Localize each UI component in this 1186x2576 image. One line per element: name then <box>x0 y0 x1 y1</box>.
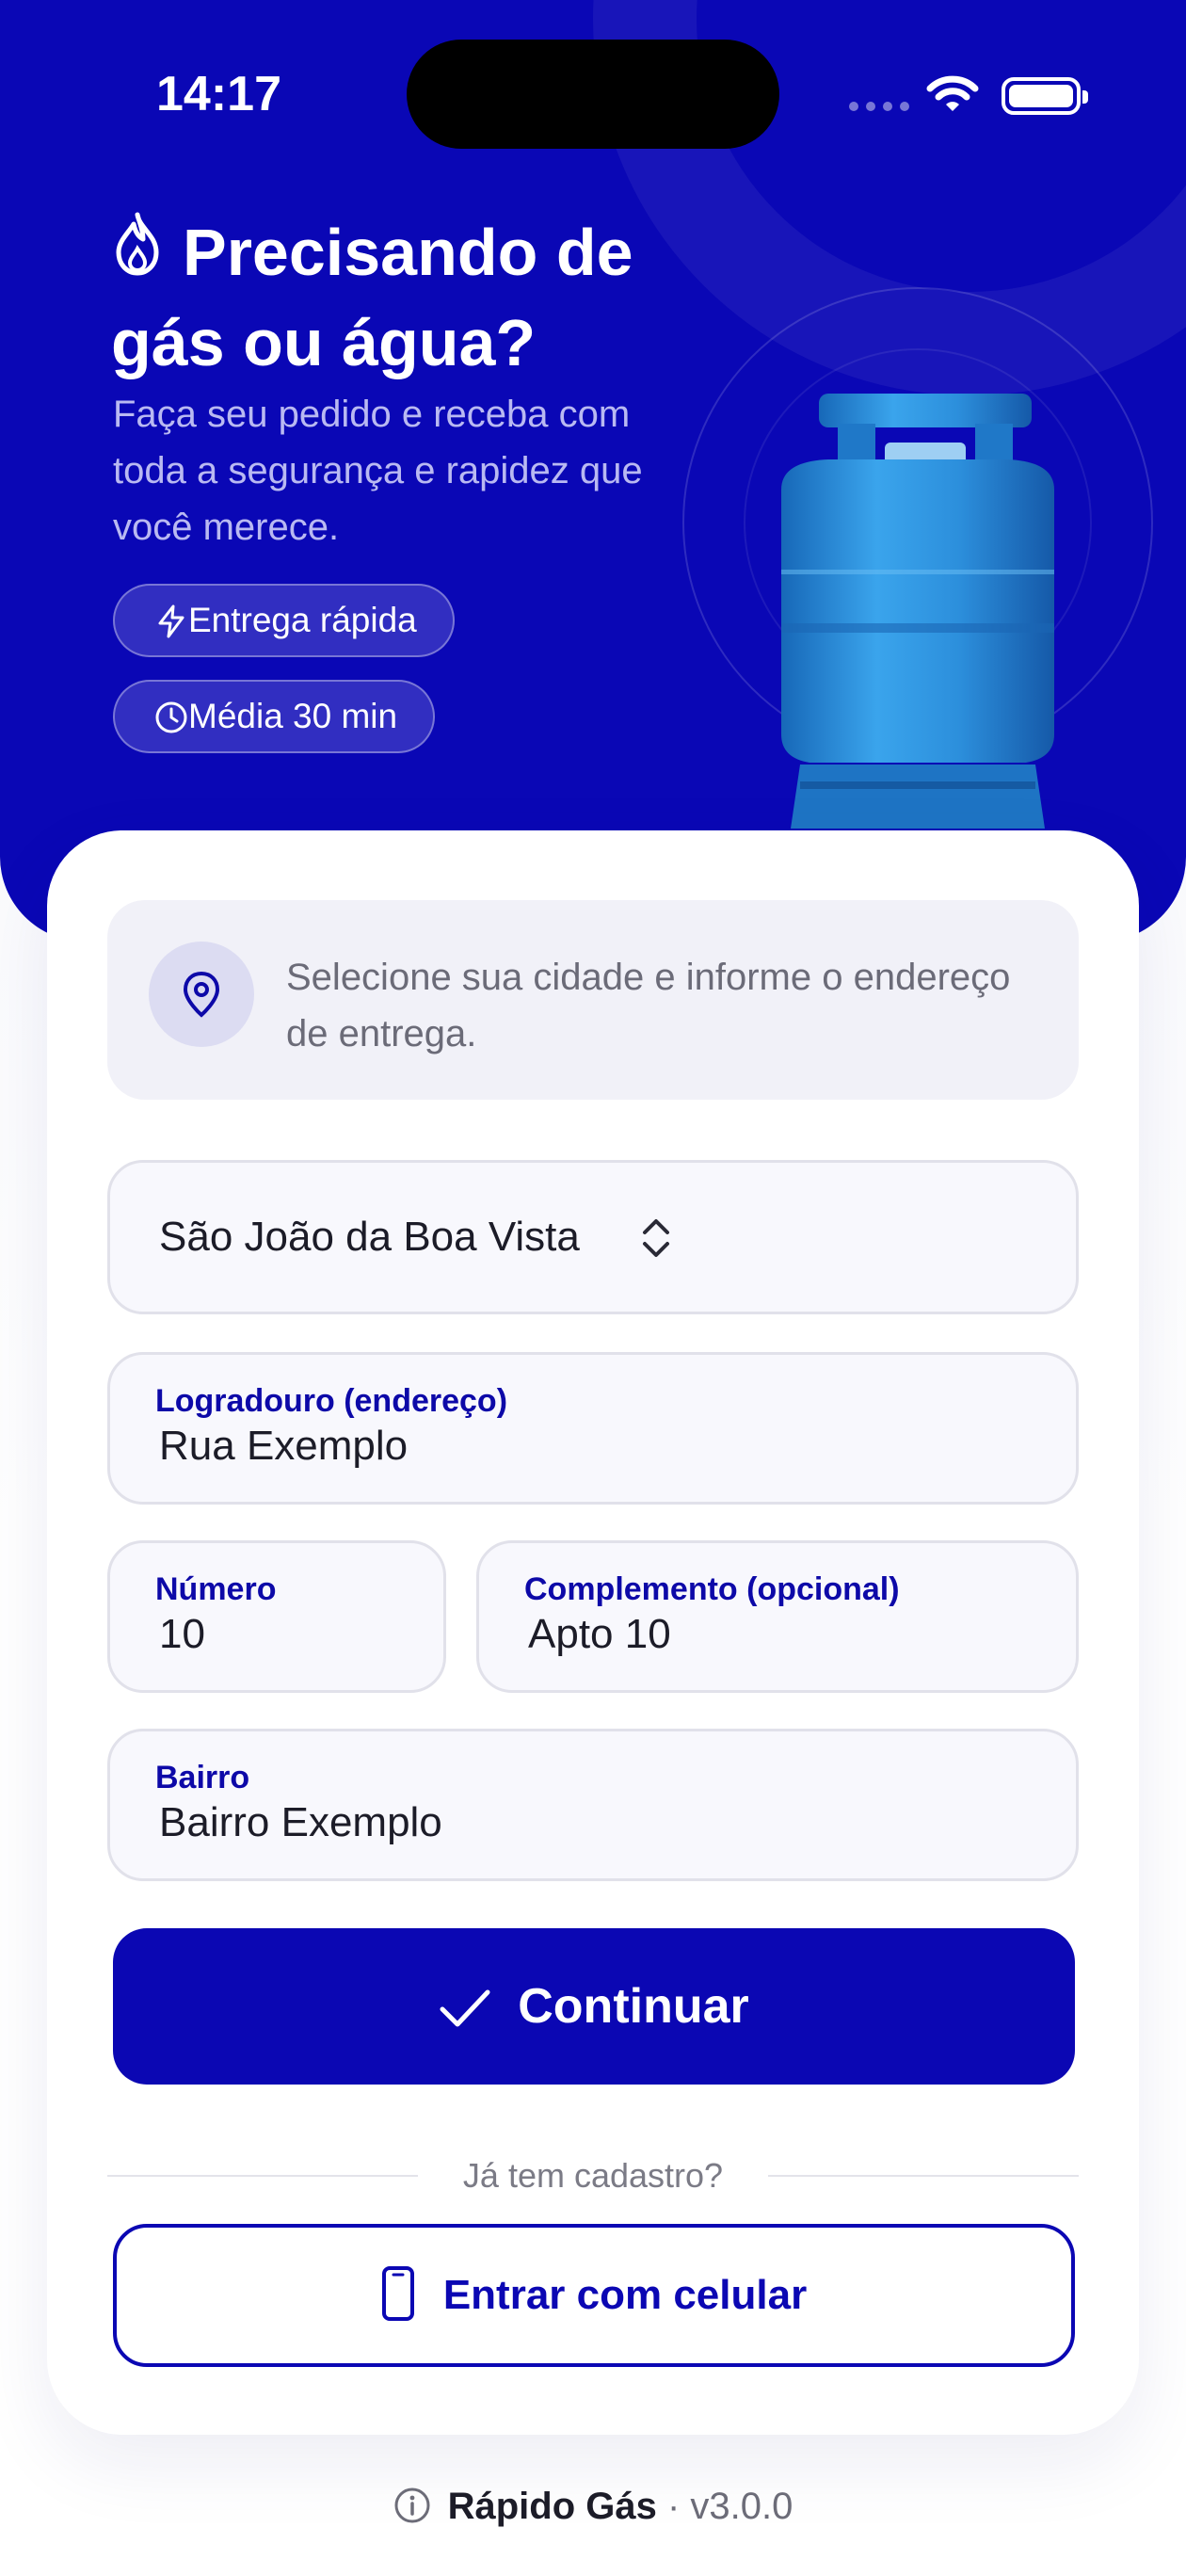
info-text: Selecione sua cidade e informe o endereç… <box>286 957 1011 1055</box>
neighborhood-value: Bairro Exemplo <box>159 1799 442 1845</box>
location-pin-icon <box>183 971 220 1018</box>
city-select[interactable]: São João da Boa Vista <box>107 1160 1079 1314</box>
number-value: 10 <box>159 1611 205 1657</box>
complement-label: Complemento (opcional) <box>524 1571 900 1607</box>
cellular-signal-icon <box>849 102 909 111</box>
app-version: · v3.0.0 <box>666 2486 793 2527</box>
avg-time-chip: Média 30 min <box>113 680 436 753</box>
phone-icon <box>381 2266 414 2321</box>
hero-title-text: Precisando de gás ou água? <box>111 216 633 379</box>
footer: Rápido Gás · v3.0.0 <box>0 2486 1186 2528</box>
divider: Já tem cadastro? <box>107 2156 1079 2195</box>
chip-label: Média 30 min <box>188 697 398 735</box>
info-box: Selecione sua cidade e informe o endereç… <box>107 900 1079 1100</box>
app-screen: 14:17 Precisando de gás ou água? Faça se… <box>0 0 1186 2576</box>
neighborhood-field[interactable]: Bairro Bairro Exemplo <box>107 1729 1079 1881</box>
check-icon <box>440 1989 490 2027</box>
phone-login-label: Entrar com celular <box>442 2272 808 2318</box>
status-time: 14:17 <box>156 67 281 121</box>
continue-button[interactable]: Continuar <box>113 1928 1075 2085</box>
wifi-icon <box>926 75 979 111</box>
gas-cylinder-image <box>781 394 1054 829</box>
complement-field[interactable]: Complemento (opcional) Apto 10 <box>476 1540 1079 1693</box>
battery-icon <box>1002 77 1088 115</box>
info-icon <box>394 2487 430 2523</box>
phone-login-button[interactable]: Entrar com celular <box>113 2224 1075 2367</box>
city-value: São João da Boa Vista <box>159 1214 580 1260</box>
street-field[interactable]: Logradouro (endereço) Rua Exemplo <box>107 1352 1079 1505</box>
location-pin-badge <box>149 942 254 1047</box>
flame-icon <box>116 212 159 276</box>
hero-banner: 14:17 Precisando de gás ou água? Faça se… <box>0 0 1186 942</box>
chevron-up-down-icon <box>643 1219 669 1257</box>
neighborhood-label: Bairro <box>155 1760 250 1795</box>
number-field[interactable]: Número 10 <box>107 1540 446 1693</box>
number-label: Número <box>155 1571 277 1607</box>
complement-value: Apto 10 <box>528 1611 671 1657</box>
chip-label: Entrega rápida <box>188 601 417 639</box>
continue-label: Continuar <box>518 1979 749 2034</box>
address-card: Selecione sua cidade e informe o endereç… <box>47 830 1139 2435</box>
street-value: Rua Exemplo <box>159 1423 409 1469</box>
hero-title: Precisando de gás ou água? <box>111 207 713 388</box>
dynamic-island <box>407 40 779 149</box>
hero-subtitle: Faça seu pedido e receba com toda a segu… <box>113 394 643 548</box>
clock-icon <box>155 701 187 733</box>
fast-delivery-chip: Entrega rápida <box>113 584 455 657</box>
street-label: Logradouro (endereço) <box>155 1383 508 1419</box>
lightning-icon <box>158 604 184 638</box>
app-name: Rápido Gás <box>447 2486 657 2527</box>
